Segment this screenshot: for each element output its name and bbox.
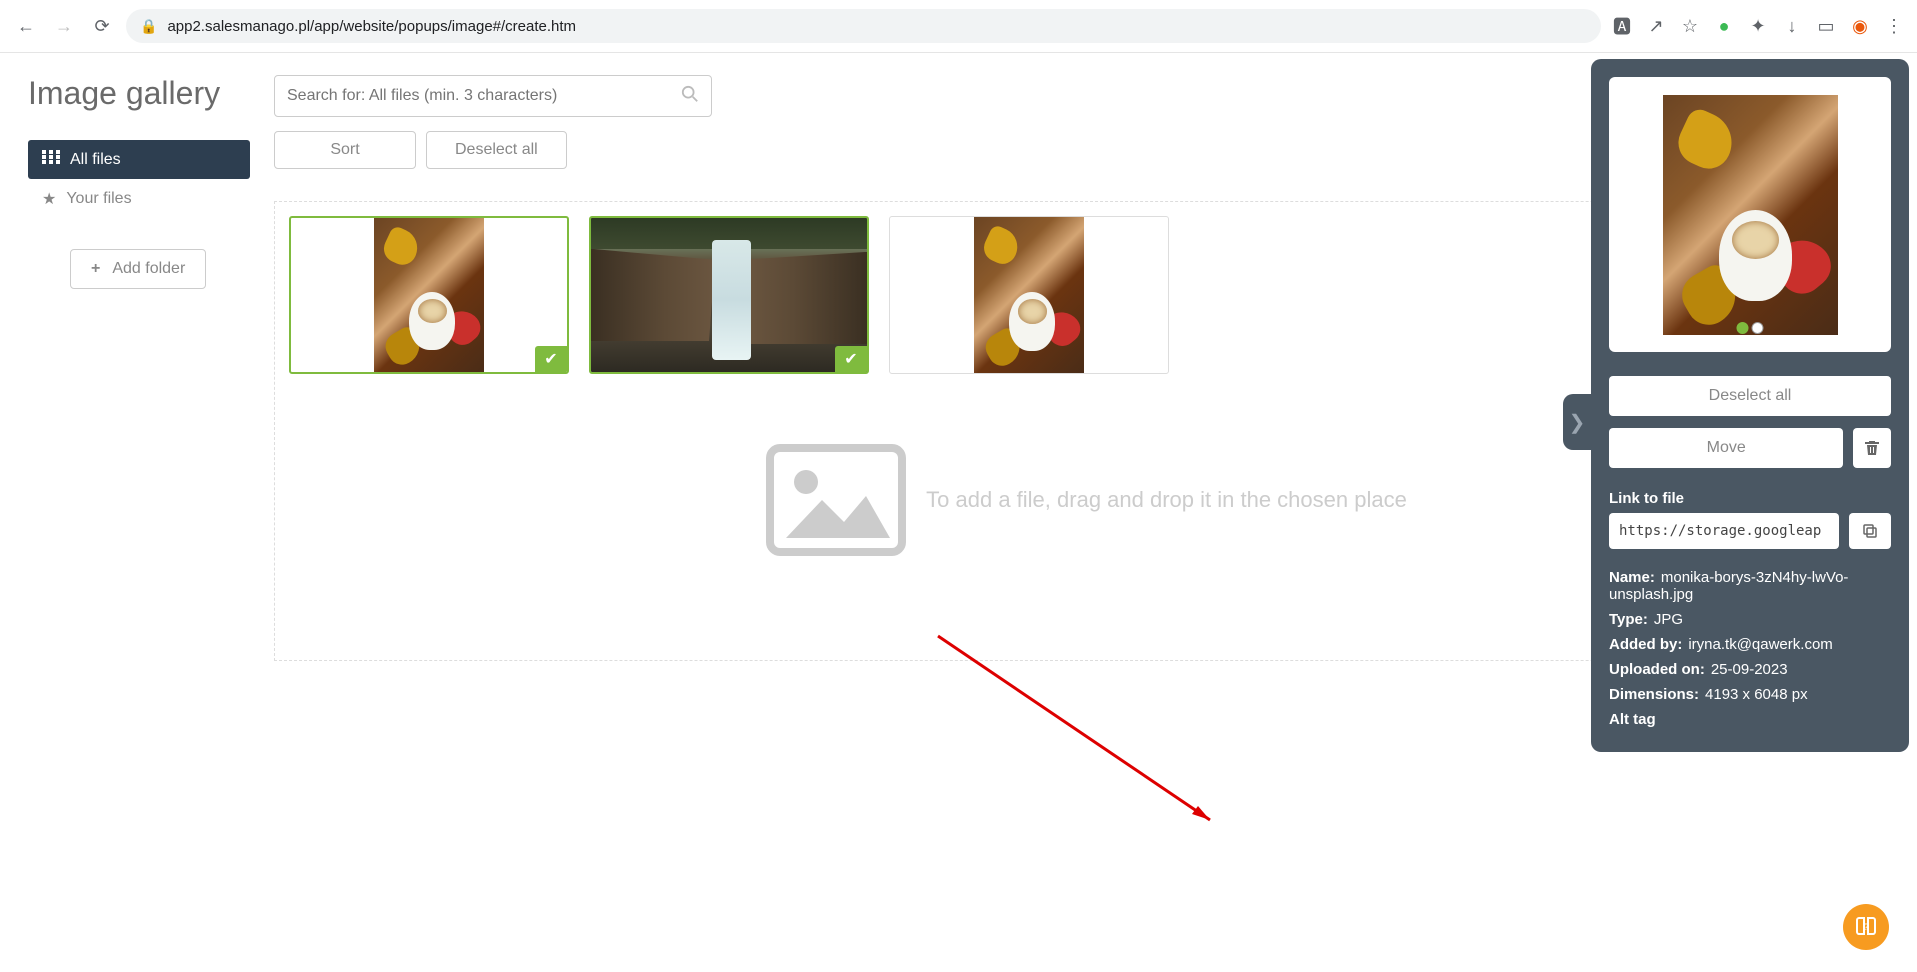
reload-button[interactable]: ⟳ (88, 12, 116, 40)
browser-toolbar: ← → ⟳ 🔒 app2.salesmanago.pl/app/website/… (0, 0, 1917, 53)
delete-button[interactable] (1853, 428, 1891, 468)
thumb-2-selected-badge: ✔ (835, 346, 867, 372)
grid-icon (42, 150, 60, 169)
help-button[interactable]: ? (1843, 904, 1889, 950)
lock-icon: 🔒 (140, 18, 157, 35)
app-container: Image gallery All files ★ Your files + A… (0, 53, 1917, 972)
extensions-icon[interactable]: ✦ (1747, 15, 1769, 37)
carousel-indicators (1737, 322, 1764, 334)
url-text: app2.salesmanago.pl/app/website/popups/i… (167, 18, 576, 35)
translate-icon[interactable]: 🅰 (1611, 15, 1633, 37)
meta-type: Type:JPG (1609, 611, 1891, 628)
add-folder-label: Add folder (112, 260, 185, 278)
thumb-2[interactable]: ✔ (589, 216, 869, 374)
thumb-1-selected-badge: ✔ (535, 346, 567, 372)
meta-added-by: Added by:iryna.tk@qawerk.com (1609, 636, 1891, 653)
link-input[interactable] (1609, 513, 1839, 549)
indicator-1[interactable] (1737, 322, 1749, 334)
search-input[interactable] (287, 87, 681, 105)
nav-all-files-label: All files (70, 151, 121, 169)
star-icon: ★ (42, 189, 56, 209)
meta-uploaded-on: Uploaded on:25-09-2023 (1609, 661, 1891, 678)
image-placeholder-icon (766, 444, 906, 556)
extension-green-icon[interactable]: ● (1713, 15, 1735, 37)
sort-button[interactable]: Sort (274, 131, 416, 169)
link-row (1609, 513, 1891, 549)
alt-tag-label: Alt tag (1609, 711, 1891, 728)
extension-orange-icon[interactable]: ◉ (1849, 15, 1871, 37)
forward-button[interactable]: → (50, 12, 78, 40)
meta-dimensions: Dimensions:4193 x 6048 px (1609, 686, 1891, 703)
address-bar[interactable]: 🔒 app2.salesmanago.pl/app/website/popups… (126, 9, 1601, 43)
menu-icon[interactable]: ⋮ (1883, 15, 1905, 37)
copy-link-button[interactable] (1849, 513, 1891, 549)
back-button[interactable]: ← (12, 12, 40, 40)
search-icon (681, 85, 699, 108)
trash-icon (1864, 440, 1880, 456)
book-help-icon: ? (1854, 915, 1878, 939)
svg-text:?: ? (1863, 922, 1868, 932)
indicator-2[interactable] (1752, 322, 1764, 334)
share-icon[interactable]: ↗ (1645, 15, 1667, 37)
thumb-1-image (374, 218, 484, 372)
add-folder-button[interactable]: + Add folder (70, 249, 206, 289)
panel-deselect-all-button[interactable]: Deselect all (1609, 376, 1891, 416)
link-label: Link to file (1609, 490, 1891, 507)
left-column: Image gallery All files ★ Your files + A… (0, 53, 260, 972)
deselect-all-button[interactable]: Deselect all (426, 131, 567, 169)
move-row: Move (1609, 428, 1891, 468)
thumb-3[interactable] (889, 216, 1169, 374)
details-panel: ❯ Deselect all Move Link to file Na (1591, 59, 1909, 752)
meta-name: Name:monika-borys-3zN4hy-lwVo-unsplash.j… (1609, 569, 1891, 603)
thumb-3-image (974, 217, 1084, 373)
downloads-icon[interactable]: ↓ (1781, 15, 1803, 37)
nav-all-files[interactable]: All files (28, 140, 250, 179)
thumb-2-image (591, 218, 867, 372)
bookmark-icon[interactable]: ☆ (1679, 15, 1701, 37)
thumb-1[interactable]: ✔ (289, 216, 569, 374)
preview-box (1609, 77, 1891, 352)
move-button[interactable]: Move (1609, 428, 1843, 468)
page-title: Image gallery (28, 75, 250, 112)
preview-image (1663, 95, 1838, 335)
plus-icon: + (91, 260, 100, 278)
sidepanel-icon[interactable]: ▭ (1815, 15, 1837, 37)
dropzone-text: To add a file, drag and drop it in the c… (926, 487, 1407, 513)
nav-your-files[interactable]: ★ Your files (28, 179, 250, 219)
nav-your-files-label: Your files (66, 190, 131, 208)
copy-icon (1862, 523, 1878, 539)
browser-right-icons: 🅰 ↗ ☆ ● ✦ ↓ ▭ ◉ ⋮ (1611, 15, 1905, 37)
panel-collapse-handle[interactable]: ❯ (1563, 394, 1591, 450)
search-box[interactable] (274, 75, 712, 117)
